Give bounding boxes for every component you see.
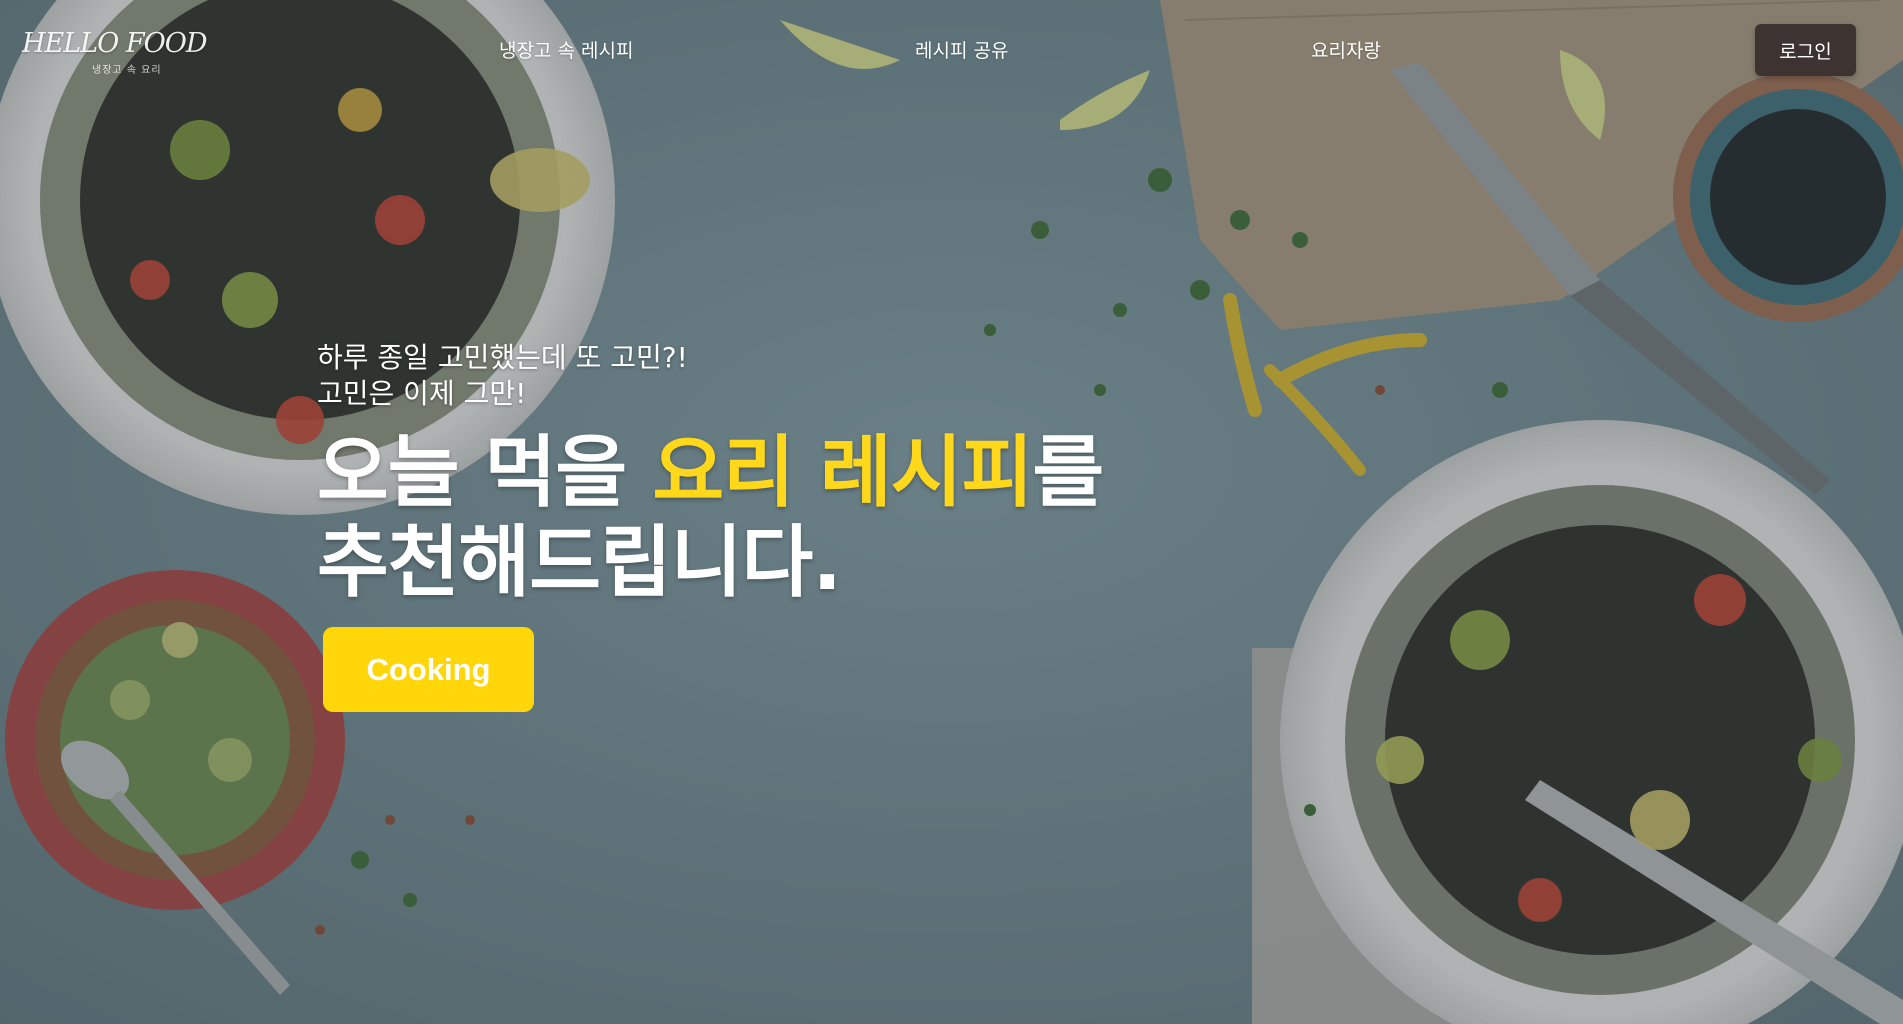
- nav-recipe-share[interactable]: 레시피 공유: [915, 36, 1008, 63]
- logo-subtext: 냉장고 속 요리: [92, 65, 162, 76]
- hero-title-part2: 를: [1032, 428, 1104, 518]
- site-logo[interactable]: HELLO FOOD 냉장고 속 요리: [22, 22, 207, 82]
- cooking-button[interactable]: Cooking: [323, 627, 534, 712]
- hero-subtitle-line1: 하루 종일 고민했는데 또 고민?!: [317, 341, 688, 374]
- landing-page: HELLO FOOD 냉장고 속 요리 냉장고 속 레시피 레시피 공유 요리자…: [0, 0, 1903, 1024]
- site-header: HELLO FOOD 냉장고 속 요리 냉장고 속 레시피 레시피 공유 요리자…: [0, 0, 1903, 100]
- nav-fridge-recipes[interactable]: 냉장고 속 레시피: [499, 36, 633, 63]
- hero-title-highlight: 요리 레시피: [652, 428, 1033, 518]
- login-button[interactable]: 로그인: [1755, 24, 1856, 76]
- nav-cooking-showoff[interactable]: 요리자랑: [1311, 36, 1381, 63]
- hero-section: 하루 종일 고민했는데 또 고민?! 고민은 이제 그만! 오늘 먹을 요리 레…: [317, 340, 1137, 608]
- hero-title: 오늘 먹을 요리 레시피를 추천해드립니다.: [317, 428, 1137, 608]
- hero-title-line2: 추천해드립니다.: [317, 518, 842, 608]
- logo-text: HELLO FOOD: [22, 28, 207, 59]
- hero-subtitle-line2: 고민은 이제 그만!: [317, 377, 527, 410]
- hero-subtitle: 하루 종일 고민했는데 또 고민?! 고민은 이제 그만!: [317, 340, 1137, 412]
- hero-title-part1: 오늘 먹을: [317, 428, 653, 518]
